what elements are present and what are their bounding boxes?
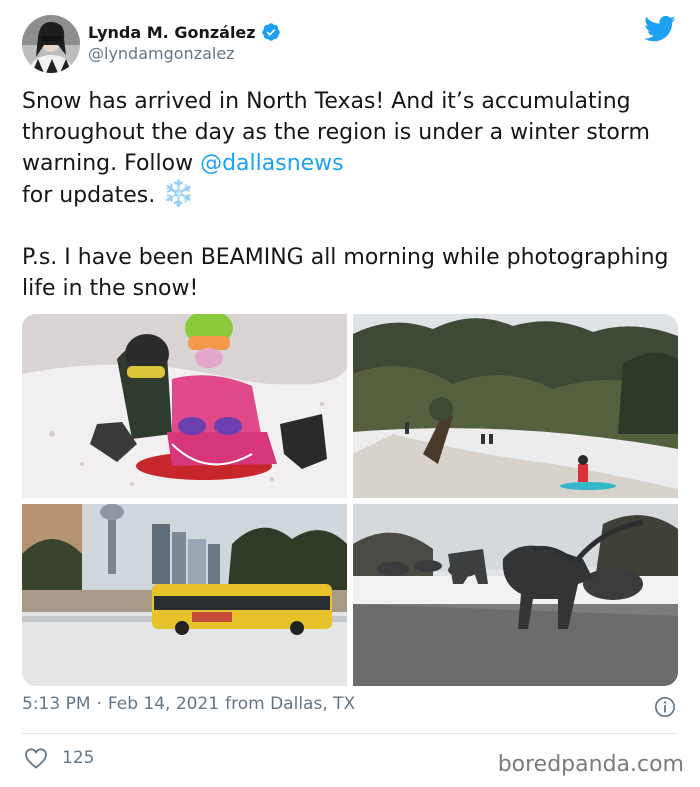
photo-snowy-park-hill[interactable] — [353, 314, 678, 498]
photo-yellow-bus-in-snow[interactable] — [22, 504, 347, 686]
photo-children-sledding[interactable] — [22, 314, 347, 498]
watermark: boredpanda.com — [497, 752, 684, 777]
photo-longhorn-sculptures[interactable] — [353, 504, 678, 686]
user-handle[interactable]: @lyndamgonzalez — [88, 44, 281, 63]
tweet-header: Lynda M. González @lyndamgonzalez — [22, 15, 678, 75]
meta-separator: · — [96, 694, 102, 714]
info-icon[interactable] — [654, 696, 676, 718]
snowflake-emoji: ❄️ — [162, 179, 195, 209]
verified-badge-icon — [261, 23, 280, 41]
tweet-location: from Dallas, TX — [225, 694, 356, 714]
media-grid — [22, 314, 678, 686]
tweet-text: Snow has arrived in North Texas! And it’… — [22, 86, 682, 304]
mention-link[interactable]: @dallasnews — [200, 151, 344, 176]
tweet-date[interactable]: Feb 14, 2021 — [108, 694, 219, 714]
display-name[interactable]: Lynda M. González — [88, 23, 256, 42]
tweet-time[interactable]: 5:13 PM — [22, 694, 91, 714]
heart-icon[interactable] — [24, 747, 48, 769]
like-action[interactable]: 125 — [24, 747, 94, 769]
tweet-text-part3: P.s. I have been BEAMING all morning whi… — [22, 245, 669, 301]
like-count: 125 — [62, 748, 95, 768]
tweet-metadata: 5:13 PM · Feb 14, 2021 from Dallas, TX — [22, 694, 355, 714]
avatar[interactable] — [22, 15, 80, 73]
twitter-bird-icon[interactable] — [644, 15, 676, 43]
tweet-text-part2: for updates. — [22, 183, 156, 208]
user-info: Lynda M. González @lyndamgonzalez — [88, 22, 281, 63]
divider — [22, 733, 678, 734]
